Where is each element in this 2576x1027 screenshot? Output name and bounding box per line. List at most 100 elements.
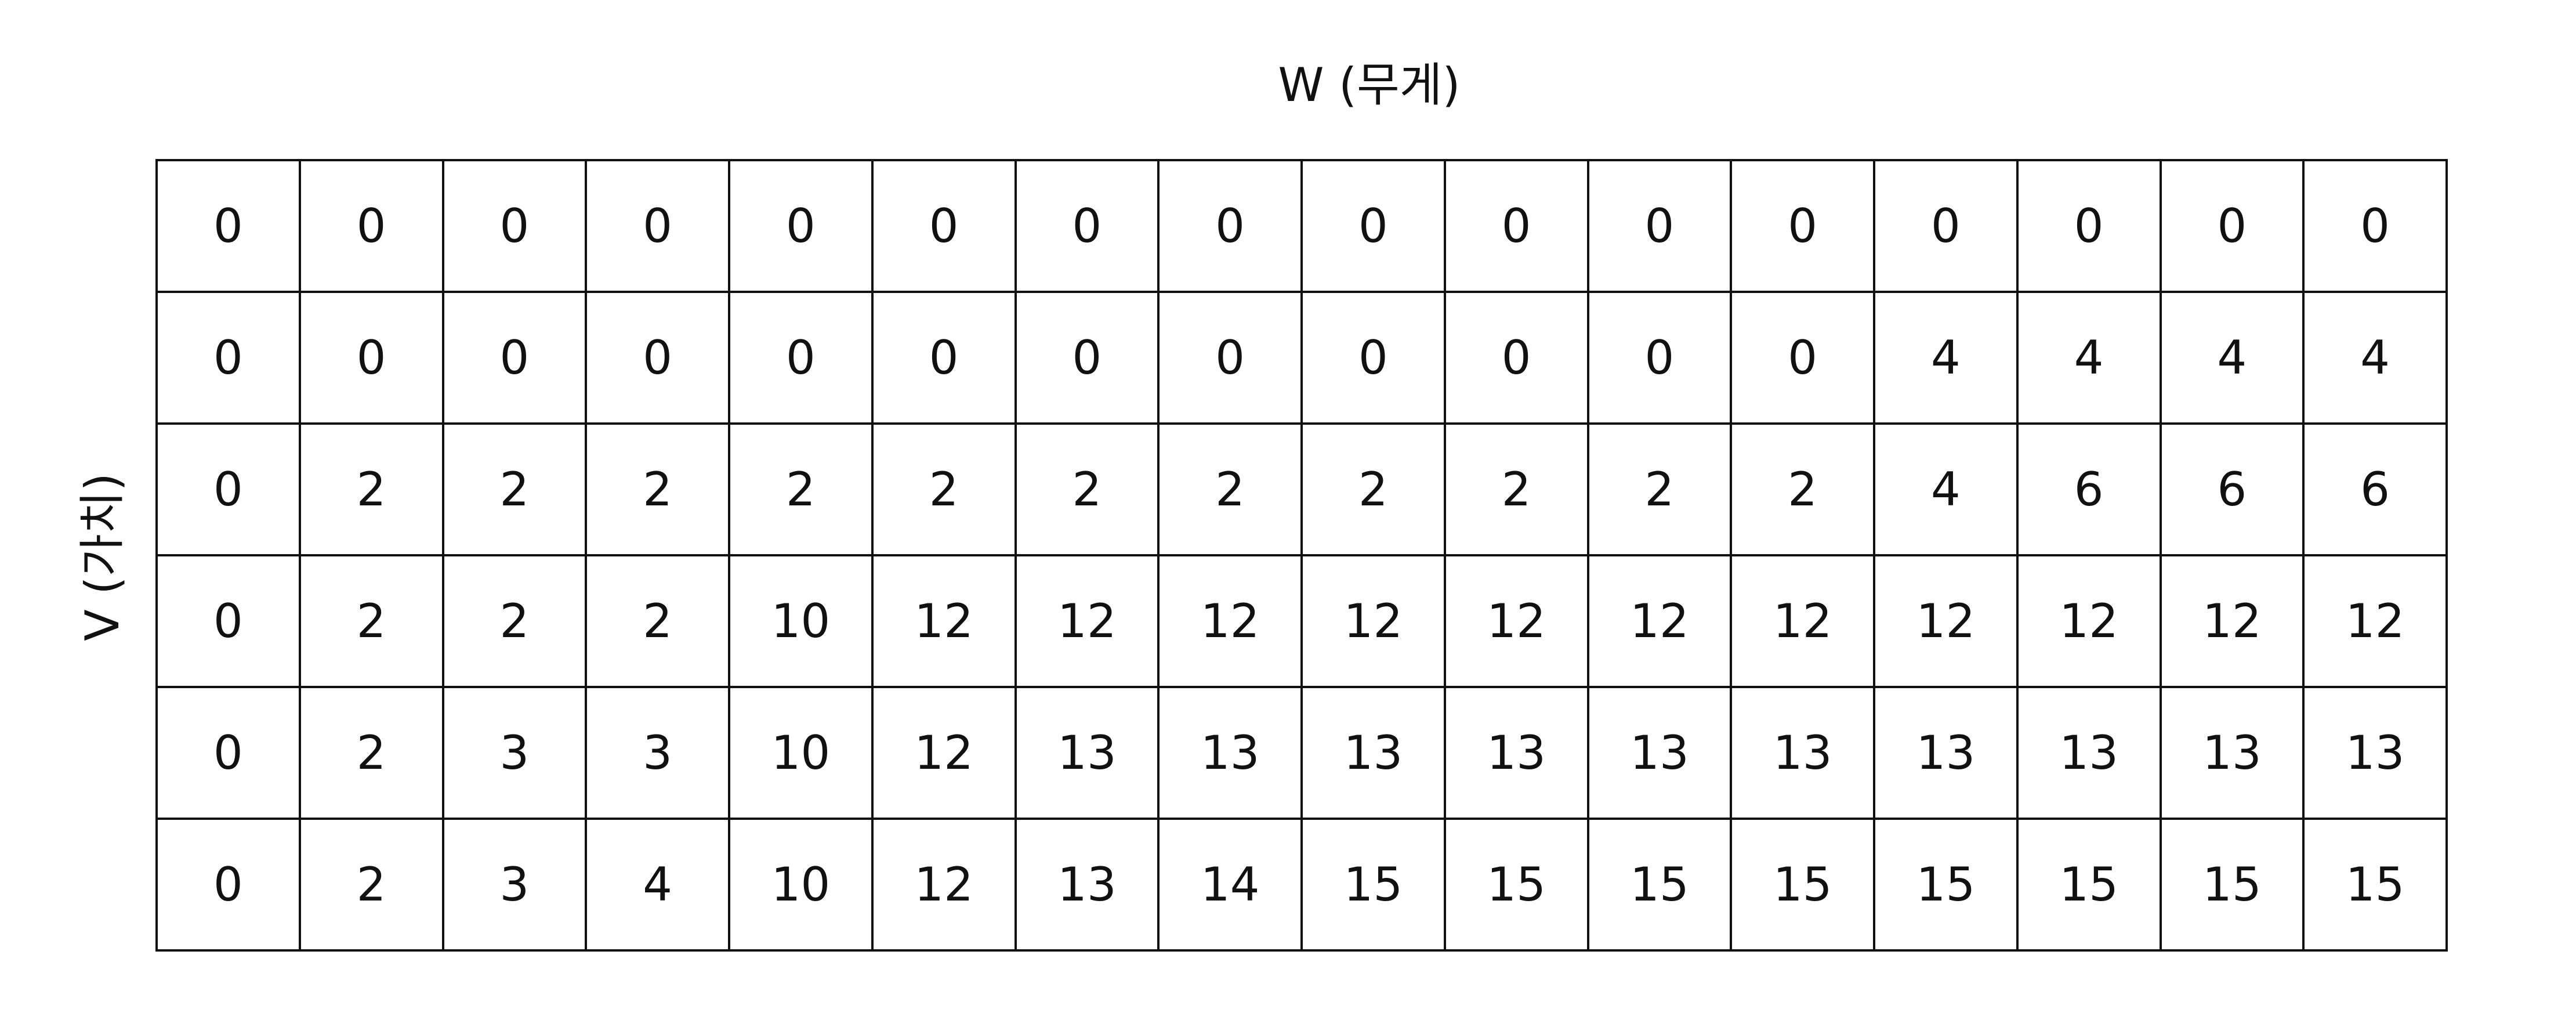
table-cell: 12 (1873, 554, 2019, 688)
table-cell: 12 (1157, 554, 1303, 688)
table-cell: 0 (1300, 291, 1446, 425)
table-cell: 0 (155, 159, 301, 293)
table-cell: 0 (1443, 291, 1589, 425)
table-cell: 12 (1730, 554, 1875, 688)
table-cell: 12 (1014, 554, 1160, 688)
table-cell: 13 (2302, 686, 2448, 820)
table-cell: 0 (1443, 159, 1589, 293)
table-cell: 6 (2016, 422, 2162, 556)
table-cell: 2 (298, 422, 444, 556)
table-cell: 4 (2159, 291, 2305, 425)
table-cell: 0 (441, 159, 588, 293)
table-cell: 15 (1730, 818, 1875, 952)
table-cell: 0 (1014, 159, 1160, 293)
table-cell: 15 (1300, 818, 1446, 952)
table-cell: 0 (155, 422, 301, 556)
table-cell: 2 (1300, 422, 1446, 556)
table-cell: 2 (585, 422, 730, 556)
table-cell: 0 (1730, 159, 1875, 293)
table-cell: 0 (1586, 291, 1733, 425)
table-cell: 6 (2302, 422, 2448, 556)
table-cell: 2 (728, 422, 874, 556)
table-cell: 2 (441, 554, 588, 688)
table-cell: 4 (2302, 291, 2448, 425)
table-cell: 10 (728, 818, 874, 952)
table-cell: 0 (1300, 159, 1446, 293)
table-cell: 12 (1443, 554, 1589, 688)
dp-table-body: 0000000000000000000000000000444402222222… (155, 159, 2448, 952)
table-cell: 0 (155, 291, 301, 425)
table-cell: 10 (728, 554, 874, 688)
table-cell: 13 (1300, 686, 1446, 820)
table-cell: 0 (298, 159, 444, 293)
table-cell: 2 (1730, 422, 1875, 556)
table-cell: 0 (441, 291, 588, 425)
table-cell: 2 (1443, 422, 1589, 556)
table-cell: 12 (871, 554, 1017, 688)
table-cell: 13 (2159, 686, 2305, 820)
table-cell: 15 (1443, 818, 1589, 952)
table-cell: 2 (298, 554, 444, 688)
table-cell: 3 (441, 686, 588, 820)
table-cell: 13 (1157, 686, 1303, 820)
table-cell: 0 (1730, 291, 1875, 425)
table-cell: 3 (441, 818, 588, 952)
table-cell: 14 (1157, 818, 1303, 952)
table-cell: 15 (2159, 818, 2305, 952)
table-cell: 2 (441, 422, 588, 556)
table-cell: 2 (298, 686, 444, 820)
table-cell: 0 (1157, 159, 1303, 293)
table-row: 0000000000004444 (155, 291, 2448, 425)
table-row: 0 2 3 3 10 12 13 13 13 13 13 13 13 13 13 13 (155, 686, 2448, 820)
table-cell: 0 (585, 159, 730, 293)
table-cell: 2 (1586, 422, 1733, 556)
table-cell: 0 (155, 686, 301, 820)
table-cell: 0 (585, 291, 730, 425)
table-cell: 0 (728, 159, 874, 293)
table-cell: 0 (1157, 291, 1303, 425)
table-cell: 0 (2159, 159, 2305, 293)
table-cell: 0 (155, 818, 301, 952)
dp-table: 0000000000000000000000000000444402222222… (155, 159, 2448, 952)
table-cell: 0 (2016, 159, 2162, 293)
table-cell: 15 (1586, 818, 1733, 952)
y-axis-label: V (가치) (75, 473, 129, 641)
table-cell: 12 (1300, 554, 1446, 688)
table-cell: 0 (1014, 291, 1160, 425)
table-row: 0000000000000000 (155, 159, 2448, 293)
table-cell: 0 (871, 291, 1017, 425)
table-cell: 0 (2302, 159, 2448, 293)
table-cell: 15 (2016, 818, 2162, 952)
table-cell: 13 (1443, 686, 1589, 820)
table-row: 0222222222224666 (155, 422, 2448, 556)
table-cell: 12 (2016, 554, 2162, 688)
table-row: 0 2 3 4 10 12 13 14 15 15 15 15 15 15 15 15 (155, 818, 2448, 952)
table-cell: 13 (1730, 686, 1875, 820)
table-cell: 0 (298, 291, 444, 425)
table-cell: 13 (1014, 818, 1160, 952)
table-cell: 12 (2302, 554, 2448, 688)
table-cell: 13 (1014, 686, 1160, 820)
table-cell: 0 (155, 554, 301, 688)
table-cell: 2 (585, 554, 730, 688)
table-cell: 0 (871, 159, 1017, 293)
table-cell: 13 (1586, 686, 1733, 820)
x-axis-label: W (무게) (1278, 58, 1461, 112)
table-cell: 13 (1873, 686, 2019, 820)
table-cell: 2 (871, 422, 1017, 556)
table-cell: 12 (871, 818, 1017, 952)
table-cell: 6 (2159, 422, 2305, 556)
table-cell: 4 (2016, 291, 2162, 425)
table-cell: 2 (1014, 422, 1160, 556)
table-cell: 12 (2159, 554, 2305, 688)
table-cell: 3 (585, 686, 730, 820)
table-cell: 12 (871, 686, 1017, 820)
table-cell: 15 (1873, 818, 2019, 952)
table-cell: 2 (1157, 422, 1303, 556)
table-cell: 4 (1873, 291, 2019, 425)
table-cell: 0 (1873, 159, 2019, 293)
table-cell: 2 (298, 818, 444, 952)
table-cell: 0 (1586, 159, 1733, 293)
table-cell: 12 (1586, 554, 1733, 688)
table-cell: 13 (2016, 686, 2162, 820)
